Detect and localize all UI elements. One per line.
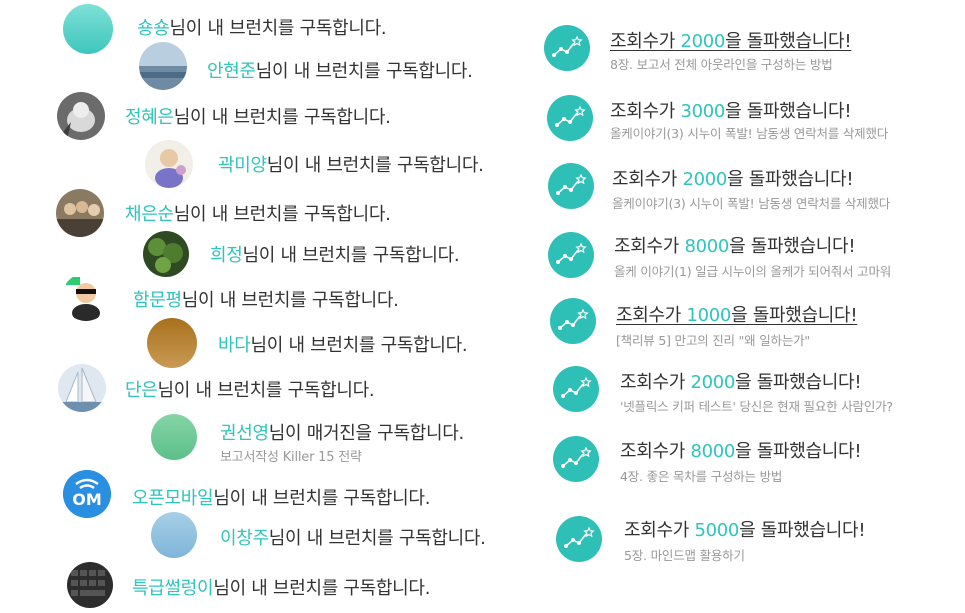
- view-count: 5000: [694, 520, 740, 541]
- view-count: 2000: [680, 31, 726, 52]
- milestone-suffix: 을 돌파했습니다!: [725, 31, 852, 52]
- milestone-suffix: 을 돌파했습니다!: [739, 520, 866, 541]
- milestone-suffix: 을 돌파했습니다!: [729, 236, 856, 257]
- view-graph-icon: [553, 366, 599, 412]
- article-title[interactable]: 4장. 좋은 목차를 구성하는 방법: [620, 466, 782, 485]
- view-graph-icon: [547, 95, 593, 141]
- milestone-prefix: 조회수가: [624, 520, 695, 541]
- view-count: 1000: [686, 305, 732, 326]
- milestone-prefix: 조회수가: [610, 31, 681, 52]
- milestone-suffix: 을 돌파했습니다!: [735, 372, 862, 393]
- milestone-suffix: 을 돌파했습니다!: [727, 169, 854, 190]
- view-count: 3000: [680, 101, 726, 122]
- view-graph-icon: [548, 163, 594, 209]
- milestone-prefix: 조회수가: [614, 236, 685, 257]
- view-graph-icon: [548, 232, 594, 278]
- view-graph-icon: [553, 436, 599, 482]
- article-title[interactable]: '넷플릭스 키퍼 테스트' 당신은 현재 필요한 사람인가?: [620, 396, 893, 415]
- article-title[interactable]: 5장. 마인드맵 활용하기: [624, 545, 745, 564]
- article-title[interactable]: [책리뷰 5] 만고의 진리 "왜 일하는가": [616, 330, 810, 349]
- milestone-prefix: 조회수가: [612, 169, 683, 190]
- milestone-prefix: 조회수가: [610, 101, 681, 122]
- milestone-suffix: 을 돌파했습니다!: [731, 305, 858, 326]
- milestone-suffix: 을 돌파했습니다!: [725, 101, 852, 122]
- milestone-suffix: 을 돌파했습니다!: [735, 441, 862, 462]
- article-title[interactable]: 8장. 보고서 전체 아웃라인을 구성하는 방법: [610, 54, 833, 73]
- milestone-prefix: 조회수가: [620, 441, 691, 462]
- view-count: 2000: [690, 372, 736, 393]
- view-graph-icon: [544, 25, 590, 71]
- view-graph-icon: [556, 516, 602, 562]
- article-title[interactable]: 올케이야기(3) 시누이 폭발! 남동생 연락처를 삭제했다: [612, 193, 890, 212]
- article-title[interactable]: 올케이야기(3) 시누이 폭발! 남동생 연락처를 삭제했다: [610, 123, 888, 142]
- article-title[interactable]: 올케 이야기(1) 일급 시누이의 올케가 되어줘서 고마워: [614, 261, 891, 280]
- view-count: 2000: [682, 169, 728, 190]
- view-count: 8000: [684, 236, 730, 257]
- milestone-prefix: 조회수가: [616, 305, 687, 326]
- view-milestone-notifications: 조회수가 2000을 돌파했습니다! 8장. 보고서 전체 아웃라인을 구성하는…: [0, 0, 965, 613]
- view-graph-icon: [550, 298, 596, 344]
- view-count: 8000: [690, 441, 736, 462]
- milestone-prefix: 조회수가: [620, 372, 691, 393]
